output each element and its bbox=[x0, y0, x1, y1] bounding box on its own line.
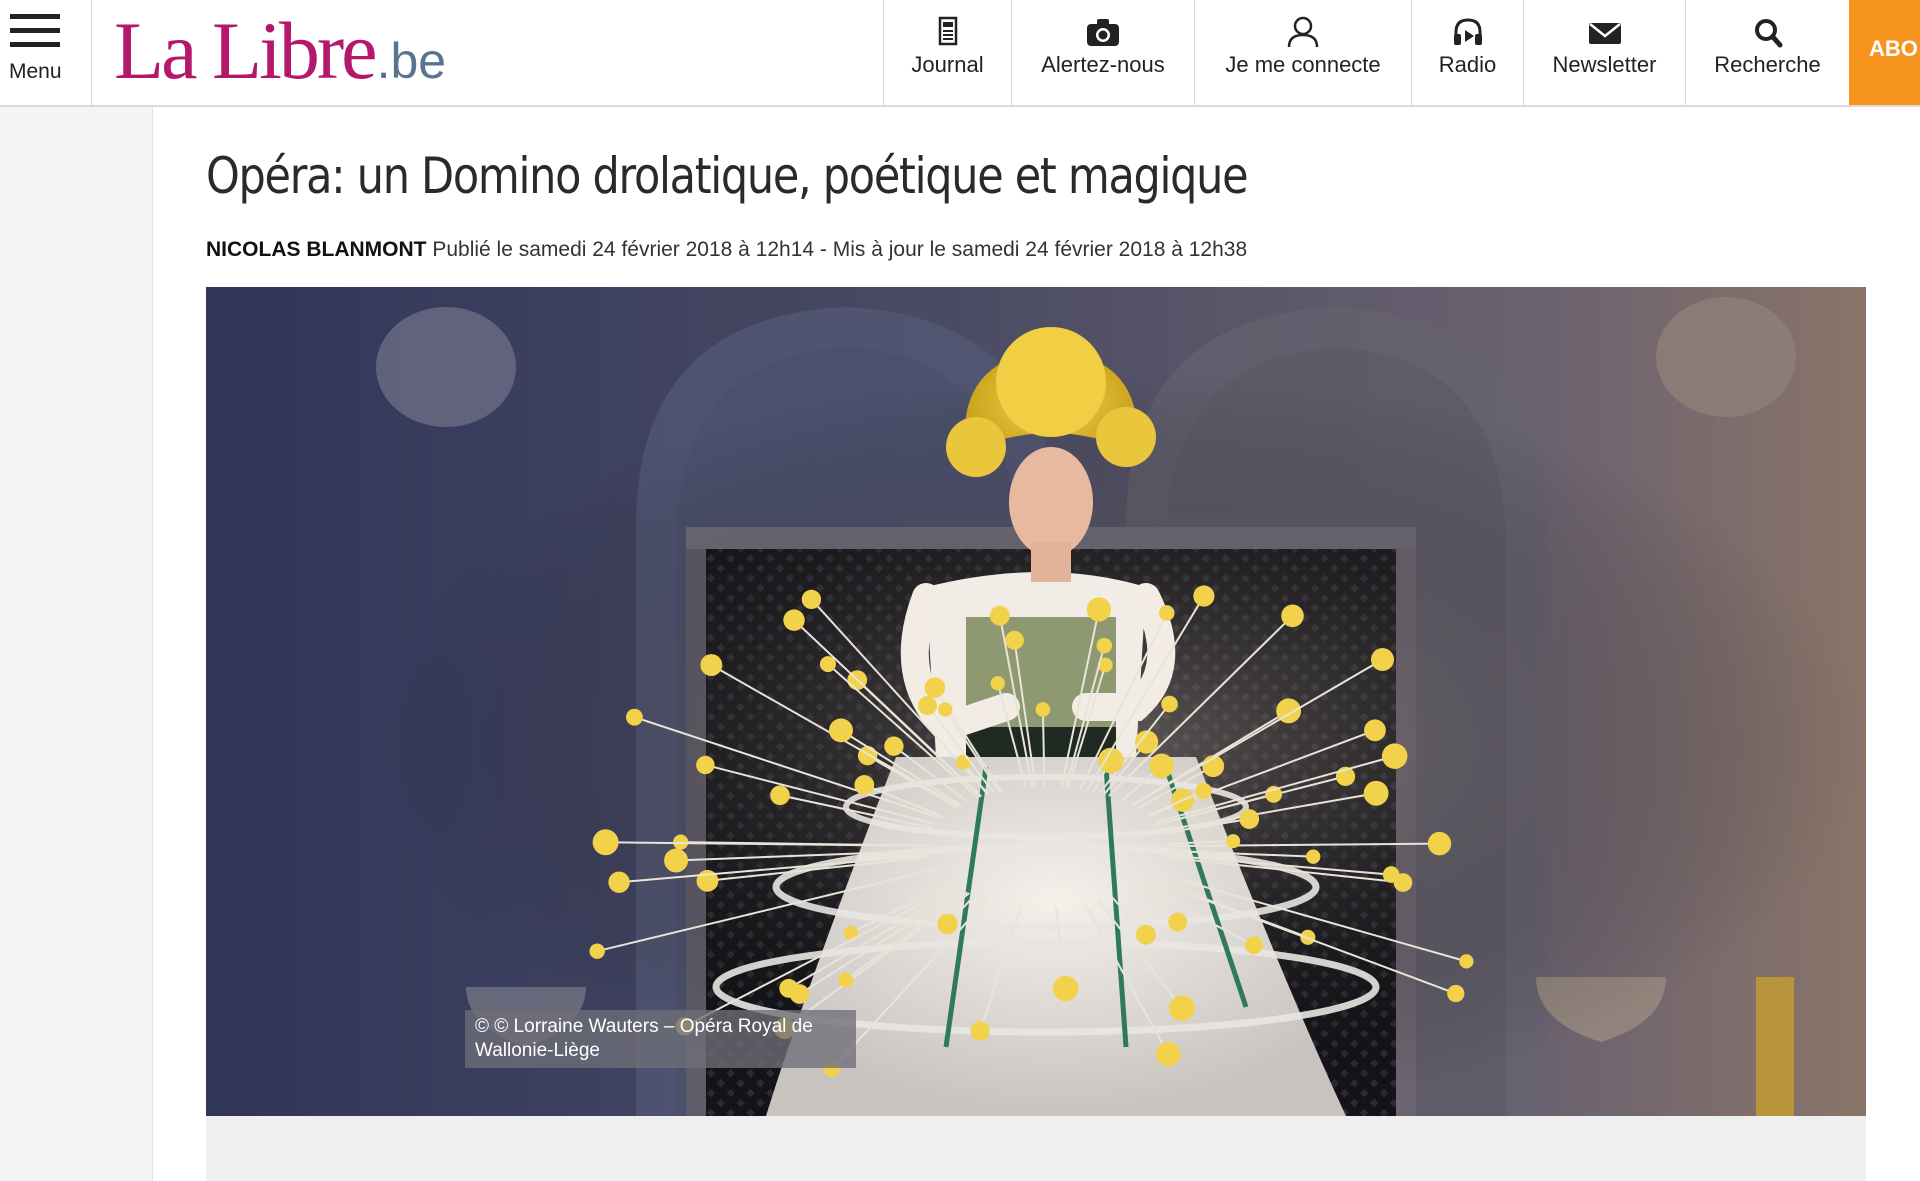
yellow-flower bbox=[1226, 834, 1241, 849]
yellow-flower bbox=[1005, 630, 1024, 650]
yellow-flower bbox=[1195, 782, 1212, 800]
nav-alertez-nous[interactable]: Alertez-nous bbox=[1011, 0, 1194, 105]
article-content: Opéra: un Domino drolatique, poétique et… bbox=[152, 107, 1920, 1181]
yellow-flower bbox=[1427, 831, 1452, 856]
yellow-flower bbox=[696, 755, 715, 775]
newspaper-icon bbox=[938, 16, 957, 46]
yellow-flower bbox=[1149, 753, 1174, 779]
yellow-flower bbox=[1306, 849, 1321, 864]
yellow-flower bbox=[1158, 605, 1175, 621]
yellow-flower bbox=[1135, 924, 1156, 945]
article-dates: Publié le samedi 24 février 2018 à 12h14… bbox=[432, 238, 1248, 261]
yellow-flower bbox=[1096, 637, 1113, 654]
yellow-flower bbox=[1459, 954, 1474, 969]
yellow-flower bbox=[1161, 695, 1178, 713]
yellow-flower bbox=[783, 609, 805, 631]
yellow-flower bbox=[770, 785, 790, 806]
yellow-flower bbox=[626, 708, 643, 726]
yellow-flower bbox=[1239, 809, 1260, 829]
nav-je-me-connecte-label: Je me connecte bbox=[1225, 52, 1381, 77]
article-photo[interactable]: © © Lorraine Wauters – Opéra Royal de Wa… bbox=[206, 287, 1866, 1116]
yellow-flower bbox=[1381, 743, 1408, 769]
opera-scene-image bbox=[206, 287, 1866, 1116]
site-header: Menu La Libre.be Journal Alertez-nous Je bbox=[0, 0, 1920, 107]
yellow-flower bbox=[1193, 585, 1215, 607]
yellow-flower bbox=[937, 913, 958, 935]
article-title: Opéra: un Domino drolatique, poétique et… bbox=[206, 147, 1249, 205]
yellow-flower bbox=[884, 736, 904, 756]
nav-journal[interactable]: Journal bbox=[883, 0, 1011, 105]
envelope-icon bbox=[1588, 23, 1621, 44]
yellow-flower bbox=[1370, 648, 1395, 672]
yellow-flower bbox=[1281, 604, 1304, 628]
yellow-flower bbox=[918, 696, 938, 716]
nav-je-me-connecte[interactable]: Je me connecte bbox=[1194, 0, 1411, 105]
yellow-flower bbox=[989, 605, 1010, 626]
yellow-flower bbox=[1169, 995, 1195, 1022]
yellow-flower bbox=[938, 702, 953, 717]
logo-main-text: La Libre bbox=[114, 5, 378, 96]
yellow-flower bbox=[801, 589, 822, 610]
camera-icon bbox=[1087, 19, 1119, 46]
yellow-flower bbox=[1052, 975, 1079, 1002]
yellow-flower bbox=[1168, 912, 1188, 932]
yellow-flower bbox=[838, 972, 854, 988]
yellow-flower bbox=[608, 871, 630, 893]
nav-recherche[interactable]: Recherche bbox=[1685, 0, 1849, 105]
yellow-flower bbox=[1447, 984, 1465, 1003]
nav-radio-label: Radio bbox=[1438, 52, 1497, 77]
logo-domain-text: .be bbox=[376, 33, 447, 89]
yellow-flower bbox=[829, 718, 853, 743]
yellow-flower bbox=[1363, 780, 1389, 806]
photo-caption: © © Lorraine Wauters – Opéra Royal de Wa… bbox=[465, 1010, 856, 1068]
yellow-flower bbox=[664, 848, 689, 873]
hamburger-icon bbox=[10, 14, 60, 48]
nav-alertez-nous-label: Alertez-nous bbox=[1041, 52, 1165, 77]
yellow-flower bbox=[990, 676, 1005, 691]
article-byline: NICOLAS BLANMONT Publié le samedi 24 fév… bbox=[206, 238, 1247, 262]
site-logo[interactable]: La Libre.be bbox=[114, 6, 446, 96]
nav-recherche-label: Recherche bbox=[1714, 52, 1821, 77]
yellow-flower bbox=[924, 677, 946, 698]
search-icon bbox=[1754, 19, 1782, 48]
yellow-flower bbox=[857, 746, 878, 766]
menu-button[interactable]: Menu bbox=[0, 0, 92, 105]
yellow-flower bbox=[1382, 866, 1400, 883]
menu-label: Menu bbox=[9, 60, 62, 83]
nav-newsletter[interactable]: Newsletter bbox=[1523, 0, 1685, 105]
yellow-flower bbox=[700, 654, 723, 677]
nav-newsletter-label: Newsletter bbox=[1552, 52, 1657, 77]
yellow-flower bbox=[589, 943, 605, 959]
yellow-flower bbox=[956, 754, 972, 770]
user-icon bbox=[1287, 16, 1319, 48]
subscribe-button[interactable]: ABO bbox=[1849, 0, 1920, 105]
yellow-flower bbox=[854, 775, 875, 795]
below-photo-area bbox=[206, 1116, 1866, 1181]
nav-journal-label: Journal bbox=[911, 52, 984, 77]
yellow-flower bbox=[1244, 936, 1263, 955]
yellow-flower bbox=[970, 1021, 990, 1041]
headphones-icon bbox=[1453, 18, 1482, 45]
yellow-flower bbox=[1364, 719, 1386, 742]
article-author[interactable]: NICOLAS BLANMONT bbox=[206, 238, 426, 261]
yellow-flower bbox=[1156, 1041, 1181, 1067]
yellow-flower bbox=[789, 984, 810, 1004]
yellow-flower bbox=[1086, 597, 1112, 622]
yellow-flower bbox=[1035, 702, 1051, 717]
yellow-flower bbox=[592, 829, 619, 856]
nav-radio[interactable]: Radio bbox=[1411, 0, 1523, 105]
